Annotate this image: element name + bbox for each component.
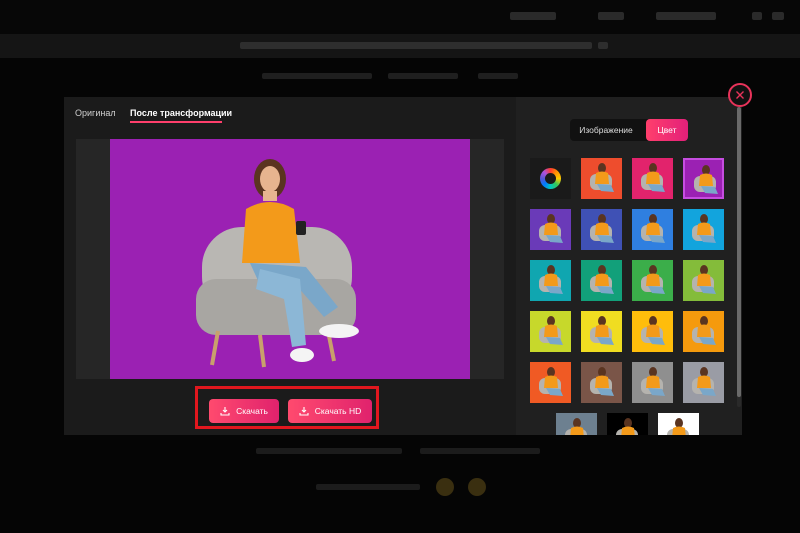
swatch-thumbnail <box>590 367 614 396</box>
download-button-label: Скачать <box>236 406 268 416</box>
swatch-thumbnail <box>590 163 614 192</box>
color-swatch[interactable] <box>530 362 571 403</box>
swatch-thumbnail <box>667 418 689 435</box>
color-swatch[interactable] <box>530 260 571 301</box>
close-icon <box>736 91 744 99</box>
background-options-panel: Изображение Цвет <box>516 97 742 435</box>
swatch-thumbnail <box>692 265 716 294</box>
result-preview-image <box>110 139 470 379</box>
color-swatch[interactable] <box>530 209 571 250</box>
swatch-thumbnail <box>539 316 563 345</box>
background-dot <box>436 478 454 496</box>
scrollbar-thumb[interactable] <box>737 107 741 397</box>
color-swatch[interactable] <box>632 311 673 352</box>
swatch-thumbnail <box>641 367 665 396</box>
color-swatch[interactable] <box>683 362 724 403</box>
color-swatch[interactable] <box>683 260 724 301</box>
color-swatch[interactable] <box>632 362 673 403</box>
color-swatch[interactable] <box>581 362 622 403</box>
swatch-thumbnail <box>692 367 716 396</box>
tab-original[interactable]: Оригинал <box>75 108 116 118</box>
swatch-thumbnail <box>616 418 638 435</box>
color-swatch[interactable] <box>581 209 622 250</box>
swatch-thumbnail <box>539 367 563 396</box>
color-swatch[interactable] <box>683 311 724 352</box>
color-swatch[interactable] <box>632 209 673 250</box>
color-swatch[interactable] <box>632 260 673 301</box>
color-swatch[interactable] <box>607 413 648 435</box>
color-swatch[interactable] <box>632 158 673 199</box>
download-hd-button-label: Скачать HD <box>314 406 362 416</box>
download-buttons-highlight: Скачать Скачать HD <box>195 386 379 429</box>
background-nav <box>0 0 800 34</box>
background-dot <box>468 478 486 496</box>
swatch-thumbnail <box>641 163 665 192</box>
custom-color-picker[interactable] <box>530 158 571 199</box>
swatch-thumbnail <box>539 265 563 294</box>
mode-toggle: Изображение Цвет <box>570 119 688 141</box>
swatch-thumbnail <box>694 165 718 194</box>
swatch-thumbnail <box>641 316 665 345</box>
swatch-thumbnail <box>641 214 665 243</box>
color-swatch[interactable] <box>683 158 724 199</box>
swatch-thumbnail <box>590 316 614 345</box>
swatch-thumbnail <box>692 316 716 345</box>
color-swatch[interactable] <box>530 311 571 352</box>
close-button[interactable] <box>728 83 752 107</box>
color-swatch[interactable] <box>683 209 724 250</box>
swatch-thumbnail <box>539 214 563 243</box>
swatch-thumbnail <box>590 214 614 243</box>
tab-after-transformation[interactable]: После трансформации <box>130 108 232 118</box>
download-button[interactable]: Скачать <box>209 399 279 423</box>
swatch-thumbnail <box>641 265 665 294</box>
background-editor-modal: Оригинал После трансформации Скачать Ска… <box>64 97 742 435</box>
color-swatch[interactable] <box>658 413 699 435</box>
swatch-thumbnail <box>565 418 587 435</box>
download-hd-button[interactable]: Скачать HD <box>288 399 372 423</box>
download-icon <box>299 407 309 416</box>
mode-image-option[interactable]: Изображение <box>570 119 642 141</box>
color-wheel-icon <box>540 168 561 189</box>
color-swatch[interactable] <box>581 158 622 199</box>
active-tab-indicator <box>130 121 222 123</box>
color-swatch[interactable] <box>581 311 622 352</box>
preview-panel: Оригинал После трансформации Скачать Ска… <box>64 97 516 435</box>
color-swatch[interactable] <box>581 260 622 301</box>
swatch-thumbnail <box>692 214 716 243</box>
color-swatch[interactable] <box>556 413 597 435</box>
swatch-thumbnail <box>590 265 614 294</box>
download-icon <box>220 407 230 416</box>
mode-color-option[interactable]: Цвет <box>646 119 688 141</box>
background-banner <box>0 34 800 58</box>
